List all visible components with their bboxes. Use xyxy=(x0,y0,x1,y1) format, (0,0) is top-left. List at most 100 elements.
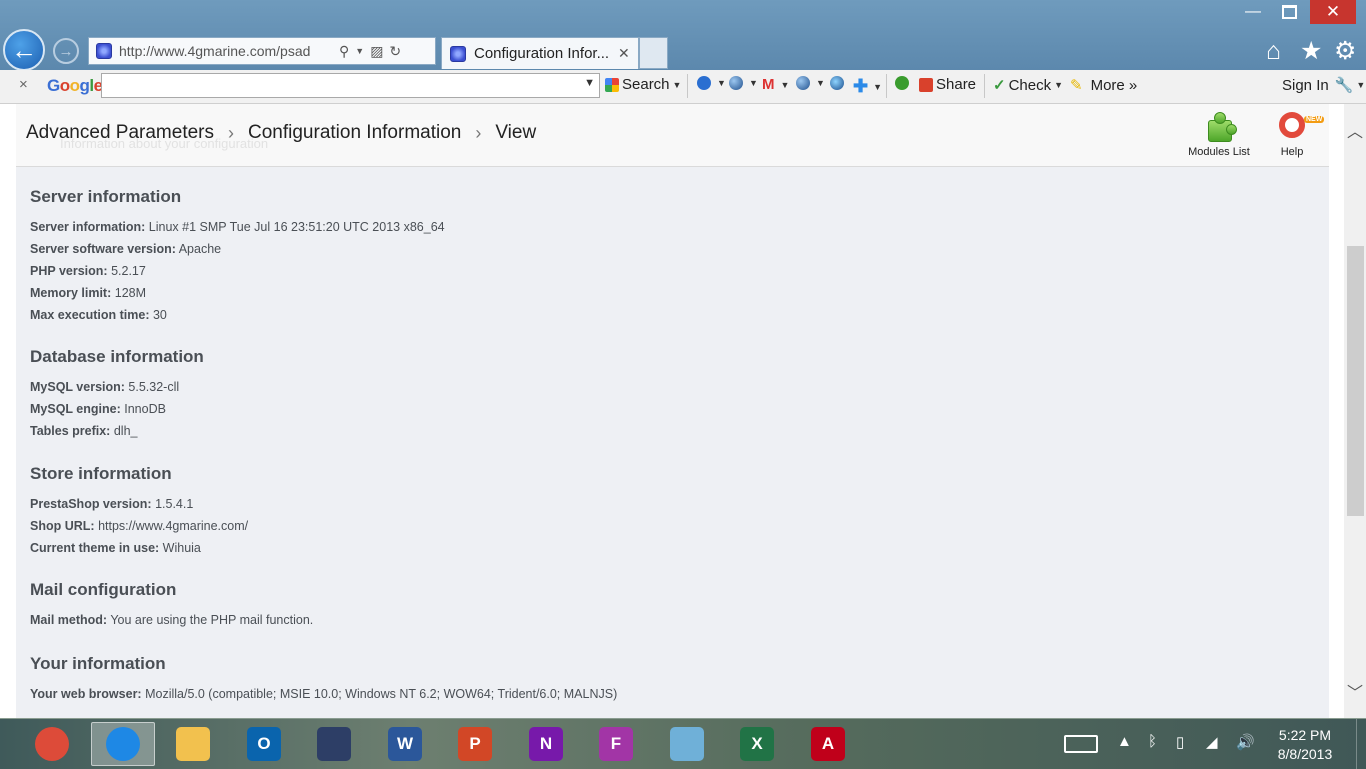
scroll-down-icon[interactable]: ﹀ xyxy=(1344,679,1366,703)
taskbar-app-outlook[interactable]: O xyxy=(232,722,296,766)
info-row: Server information: Linux #1 SMP Tue Jul… xyxy=(30,216,445,238)
taskbar-app-media-app[interactable] xyxy=(302,722,366,766)
bluetooth-icon[interactable]: ᛒ xyxy=(1148,733,1157,750)
row-value: 128M xyxy=(114,286,147,300)
vertical-scrollbar[interactable]: ︿ ﹀ xyxy=(1344,104,1366,718)
share-icon xyxy=(919,77,933,92)
browser-title-bar: — ✕ ← → http://www.4gmarine.com/psad ⚲ ▼… xyxy=(0,0,1366,71)
pencil-icon: ✎ xyxy=(1070,77,1083,94)
refresh-icon[interactable]: ↻ xyxy=(389,43,401,60)
more-button[interactable]: ✎ More » xyxy=(1070,76,1137,95)
tab-configuration-information[interactable]: Configuration Infor... ✕ xyxy=(441,37,639,69)
google-toolbar: × Google ▼ Search ▼ ▼ ▼ M ▼ ▼ ✚ ▼ Share ✓ … xyxy=(0,70,1366,104)
gmail-button[interactable]: M ▼ xyxy=(762,76,789,93)
chevron-down-icon[interactable]: ▼ xyxy=(355,46,364,56)
volume-icon[interactable]: 🔊 xyxy=(1236,733,1255,751)
chevron-down-icon[interactable]: ▼ xyxy=(584,77,595,89)
section-title: Store information xyxy=(30,464,172,483)
forward-button[interactable]: → xyxy=(53,38,79,64)
tab-title: Configuration Infor... xyxy=(474,45,610,62)
info-row: PrestaShop version: 1.5.4.1 xyxy=(30,493,248,515)
sign-in-button[interactable]: Sign In 🔧 ▼ xyxy=(1282,76,1366,95)
toolbar-divider xyxy=(687,74,688,98)
address-url[interactable]: http://www.4gmarine.com/psad xyxy=(119,43,333,59)
google-earth-button[interactable] xyxy=(830,76,847,90)
outlook-icon: O xyxy=(247,727,281,761)
excel-icon: X xyxy=(740,727,774,761)
breadcrumb-item[interactable]: Configuration Information xyxy=(248,122,461,144)
toolbar-globe-button-2[interactable]: ▼ xyxy=(796,76,825,90)
taskbar-app-internet-explorer[interactable] xyxy=(91,722,155,766)
chevron-down-icon: ▼ xyxy=(717,78,726,88)
row-label: Tables prefix: xyxy=(30,424,111,438)
file-explorer-icon xyxy=(176,727,210,761)
compatibility-view-icon[interactable]: ▨ xyxy=(370,43,383,60)
chevron-down-icon: ▼ xyxy=(780,79,790,90)
info-row: Your web browser: Mozilla/5.0 (compatibl… xyxy=(30,683,617,705)
internet-explorer-icon xyxy=(106,727,140,761)
help-button[interactable]: NEW Help xyxy=(1257,110,1327,158)
modules-list-button[interactable]: Modules List xyxy=(1184,110,1254,158)
home-icon[interactable]: ⌂ xyxy=(1266,37,1281,65)
row-value: InnoDB xyxy=(124,402,166,416)
share-button[interactable]: Share xyxy=(919,76,976,93)
stumbleupon-button[interactable] xyxy=(895,76,912,90)
scrollbar-thumb[interactable] xyxy=(1347,246,1364,516)
show-hidden-icons-icon[interactable]: ▲ xyxy=(1117,733,1132,750)
row-value: https://www.4gmarine.com/ xyxy=(98,519,249,533)
taskbar-app-excel[interactable]: X xyxy=(725,722,789,766)
toolbar-divider xyxy=(984,74,985,98)
check-label: Check xyxy=(1008,76,1052,94)
taskbar-app-powerpoint[interactable]: P xyxy=(443,722,507,766)
show-desktop-button[interactable] xyxy=(1356,719,1366,769)
close-tab-icon[interactable]: ✕ xyxy=(618,45,630,62)
google-search-input[interactable]: ▼ xyxy=(101,73,600,98)
arrow-left-icon: ← xyxy=(11,34,37,65)
network-signal-icon[interactable]: ◢ xyxy=(1206,733,1218,751)
touch-keyboard-icon[interactable] xyxy=(1064,735,1098,753)
close-window-button[interactable]: ✕ xyxy=(1310,0,1356,24)
breadcrumb-item[interactable]: Advanced Parameters xyxy=(26,122,214,144)
chevron-down-icon: ▼ xyxy=(1356,80,1366,90)
tab-favicon-icon xyxy=(450,45,466,62)
toolbar-plus-button[interactable]: ✚ ▼ xyxy=(853,76,882,97)
powerpoint-icon: P xyxy=(458,727,492,761)
chevron-down-icon: ▼ xyxy=(749,78,758,88)
row-value: You are using the PHP mail function. xyxy=(110,613,314,627)
row-label: Max execution time: xyxy=(30,308,150,322)
favorites-star-icon[interactable]: ★ xyxy=(1300,37,1322,65)
taskbar-app-chrome[interactable] xyxy=(20,722,84,766)
battery-icon[interactable]: ▯ xyxy=(1176,733,1184,751)
taskbar-app-paint[interactable] xyxy=(655,722,719,766)
toolbar-divider xyxy=(886,74,887,98)
settings-gear-icon[interactable]: ⚙ xyxy=(1334,37,1356,65)
taskbar-app-word[interactable]: W xyxy=(373,722,437,766)
minimize-button[interactable]: — xyxy=(1236,0,1270,24)
row-value: Mozilla/5.0 (compatible; MSIE 10.0; Wind… xyxy=(145,687,618,701)
system-clock[interactable]: 5:22 PM 8/8/2013 xyxy=(1270,726,1340,764)
taskbar-app-onenote[interactable]: N xyxy=(514,722,578,766)
maximize-button[interactable] xyxy=(1272,0,1306,24)
row-value: Wihuia xyxy=(162,541,201,555)
scroll-up-icon[interactable]: ︿ xyxy=(1344,118,1366,142)
taskbar-app-acrobat[interactable]: A xyxy=(796,722,860,766)
f-app-icon: F xyxy=(599,727,633,761)
google-search-button[interactable]: Search ▼ xyxy=(605,76,681,93)
database-information-section: Database information MySQL version: 5.5.… xyxy=(30,347,204,442)
chevron-down-icon: ▼ xyxy=(873,81,883,92)
address-bar[interactable]: http://www.4gmarine.com/psad ⚲ ▼ ▨ ↻ xyxy=(88,37,436,65)
chrome-icon xyxy=(35,727,69,761)
info-row: Shop URL: https://www.4gmarine.com/ xyxy=(30,515,248,537)
spell-check-button[interactable]: ✓ Check ▼ xyxy=(993,76,1063,95)
row-label: Server software version: xyxy=(30,242,176,256)
toolbar-globe-button[interactable]: ▼ xyxy=(729,76,758,90)
toolbar-a-button[interactable]: ▼ xyxy=(697,76,726,90)
info-row: Server software version: Apache xyxy=(30,238,445,260)
back-button[interactable]: ← xyxy=(3,29,45,71)
search-icon[interactable]: ⚲ xyxy=(339,43,349,60)
taskbar-app-f-app[interactable]: F xyxy=(584,722,648,766)
new-tab-button[interactable] xyxy=(639,37,668,69)
row-label: Shop URL: xyxy=(30,519,95,533)
toolbar-close-icon[interactable]: × xyxy=(19,76,28,93)
taskbar-app-file-explorer[interactable] xyxy=(161,722,225,766)
